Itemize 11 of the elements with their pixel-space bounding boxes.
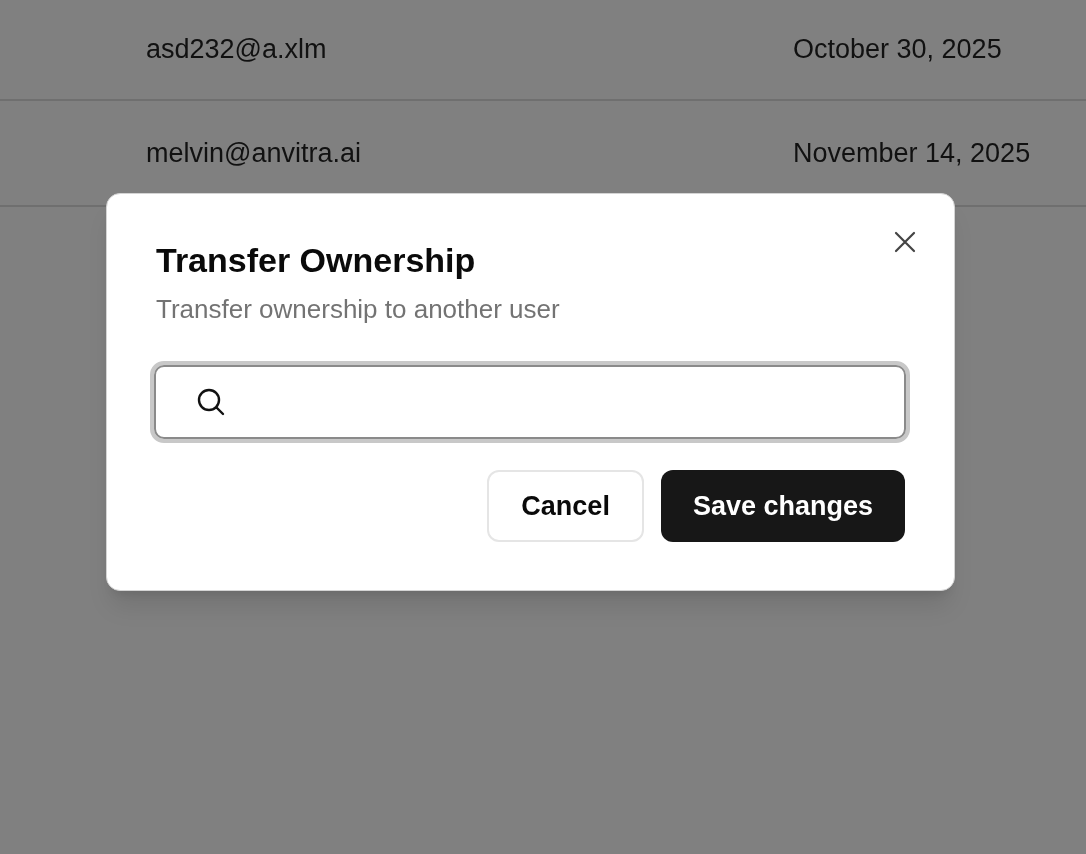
search-icon <box>196 387 226 417</box>
email-cell-text: asd232@a.xlm <box>146 33 328 67</box>
save-button[interactable]: Save changes <box>660 470 905 542</box>
date-cell-text: November 14, 2025 <box>793 136 1031 170</box>
email-cell-text: melvin@anvitra.ai <box>146 136 362 170</box>
search-field[interactable] <box>150 361 910 443</box>
date-cell-text: October 30, 2025 <box>793 33 1002 67</box>
dialog-title: Transfer Ownership <box>156 240 476 280</box>
dialog-description: Transfer ownership to another user <box>156 293 560 325</box>
cancel-button[interactable]: Cancel <box>487 470 644 542</box>
close-icon[interactable] <box>894 231 916 253</box>
